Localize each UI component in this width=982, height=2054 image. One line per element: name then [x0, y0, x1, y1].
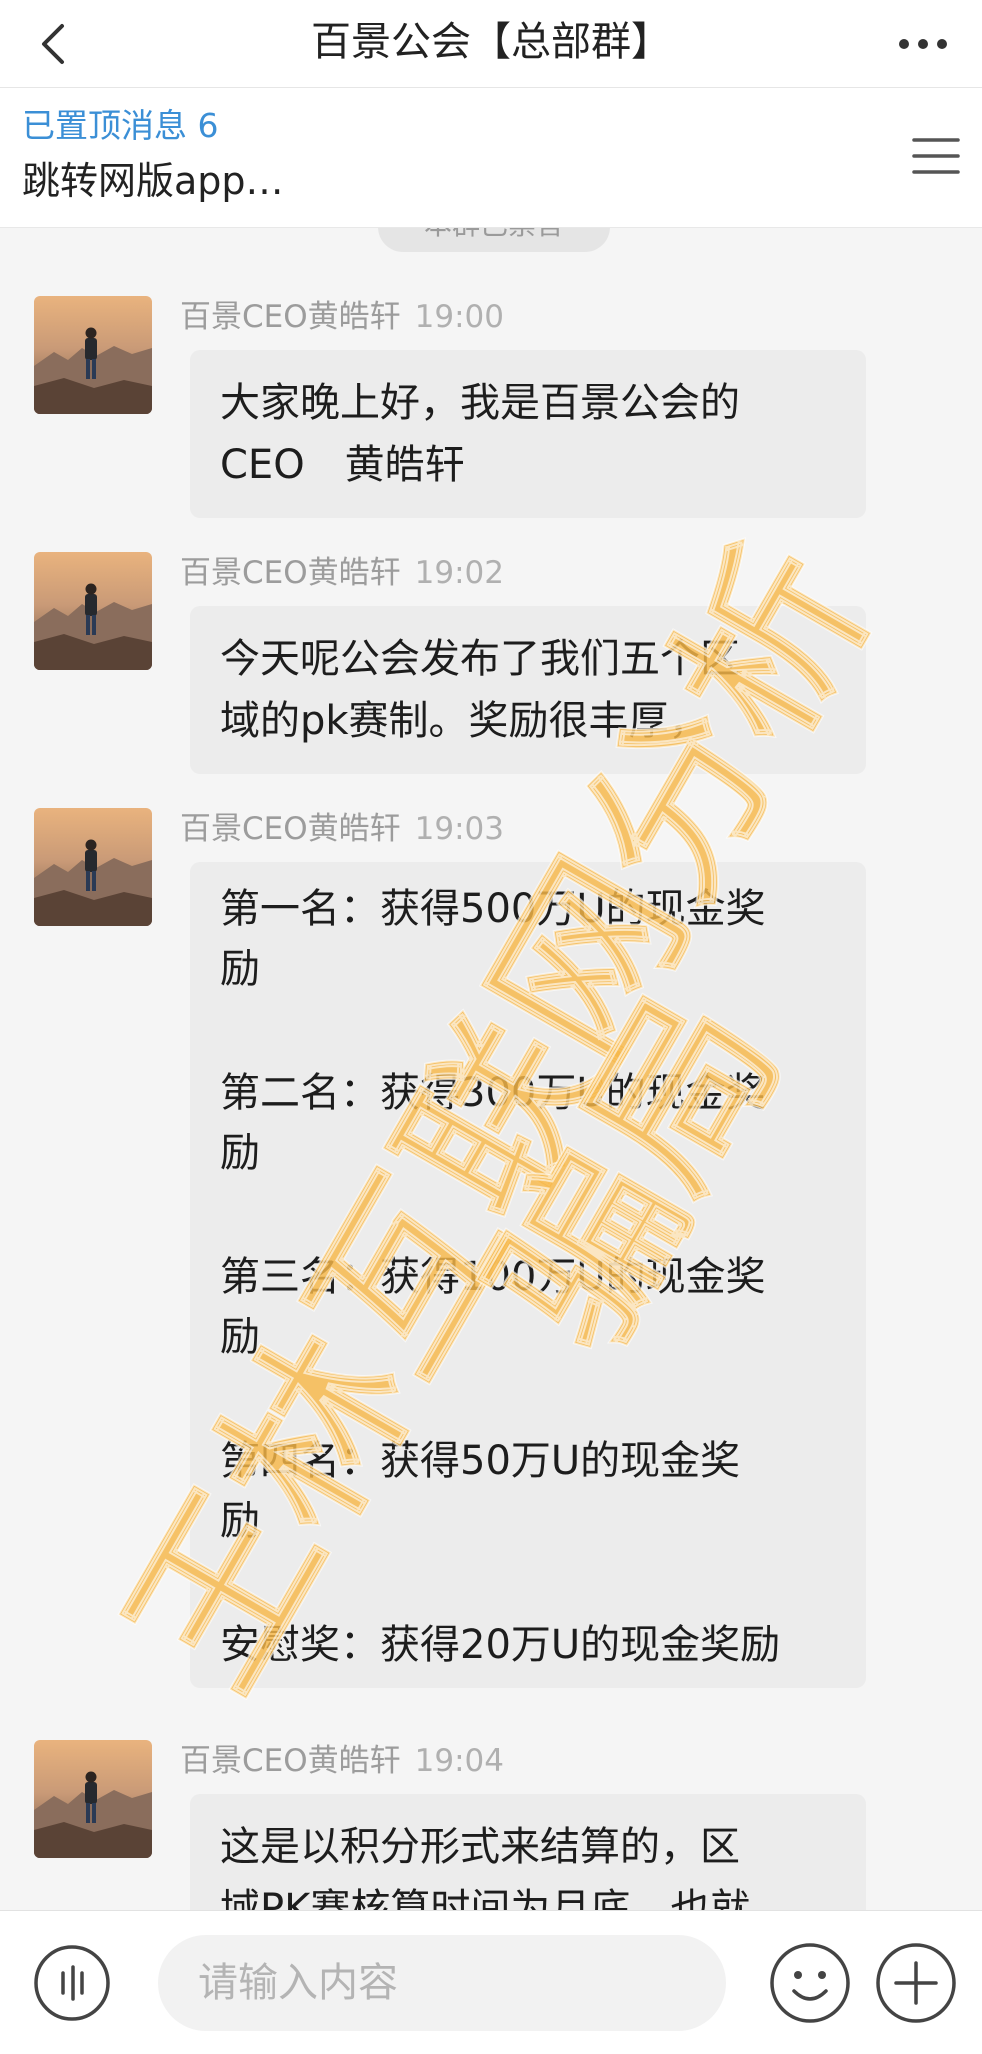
message-line: 今天呢公会发布了我们五个区: [220, 636, 740, 682]
system-notice: 本群已禁言: [378, 228, 610, 252]
plus-icon: [876, 1943, 956, 2023]
message-bubble[interactable]: 第一名：获得500万U的现金奖 励 第二名：获得300万U的现金奖 励 第三名：…: [190, 862, 866, 1688]
message-line: [220, 1366, 836, 1430]
voice-button[interactable]: [32, 1943, 112, 2023]
more-button[interactable]: [890, 16, 956, 72]
more-icon: [899, 39, 947, 49]
menu-icon: [912, 138, 960, 174]
message-line: 安慰奖：获得20万U的现金奖励: [220, 1622, 781, 1668]
message-line: 励: [220, 946, 260, 992]
message-input[interactable]: [158, 1935, 726, 2031]
avatar[interactable]: [34, 1740, 152, 1858]
chat-title: 百景公会【总部群】: [311, 19, 671, 65]
chat-header: 百景公会【总部群】: [0, 0, 982, 88]
message-time: 19:00: [414, 299, 504, 335]
sender-avatar-image: [34, 1740, 152, 1858]
message-line: CEO 黄皓轩: [220, 442, 465, 488]
pinned-messages-bar[interactable]: 已置顶消息 6 跳转网版app…: [0, 88, 982, 228]
message-bubble[interactable]: 大家晚上好，我是百景公会的 CEO 黄皓轩: [190, 350, 866, 518]
sender-name: 百景CEO黄皓轩: [180, 811, 401, 847]
emoji-button[interactable]: [768, 1941, 852, 2025]
message-line: 励: [220, 1130, 260, 1176]
sender-name: 百景CEO黄皓轩: [180, 1743, 401, 1779]
voice-icon: [34, 1945, 110, 2021]
message-line: 大家晚上好，我是百景公会的: [220, 380, 740, 426]
message-line: [220, 1182, 836, 1246]
message-line: [220, 1550, 836, 1614]
sender-name: 百景CEO黄皓轩: [180, 555, 401, 591]
message-meta: 百景CEO黄皓轩 19:03: [180, 808, 504, 850]
sender-avatar-image: [34, 552, 152, 670]
message-line: 域PK赛核算时间为月底，也就: [220, 1886, 751, 1910]
avatar[interactable]: [34, 552, 152, 670]
message-time: 19:04: [414, 1743, 504, 1779]
message-input-bar: [0, 1910, 982, 2054]
message-bubble[interactable]: 今天呢公会发布了我们五个区 域的pk赛制。奖励很丰厚，: [190, 606, 866, 774]
message-line: 第四名：获得50万U的现金奖: [220, 1438, 741, 1484]
message-line: 域的pk赛制。奖励很丰厚，: [220, 698, 709, 744]
message-list[interactable]: 本群已禁言 百景CEO黄皓轩 19:00 大家晚上好，我是百景公会的 CEO 黄皓…: [0, 228, 982, 1910]
sender-avatar-image: [34, 808, 152, 926]
message-meta: 百景CEO黄皓轩 19:00: [180, 296, 504, 338]
sender-avatar-image: [34, 296, 152, 414]
emoji-icon: [770, 1943, 850, 2023]
message-line: 这是以积分形式来结算的，区: [220, 1824, 740, 1870]
sender-name: 百景CEO黄皓轩: [180, 299, 401, 335]
pinned-preview: 跳转网版app…: [22, 159, 284, 203]
avatar[interactable]: [34, 296, 152, 414]
message-line: 励: [220, 1314, 260, 1360]
message-time: 19:02: [414, 555, 504, 591]
more-actions-button[interactable]: [874, 1941, 958, 2025]
message-line: [220, 998, 836, 1062]
avatar[interactable]: [34, 808, 152, 926]
message-time: 19:03: [414, 811, 504, 847]
message-bubble[interactable]: 这是以积分形式来结算的，区 域PK赛核算时间为月底，也就: [190, 1794, 866, 1910]
message-line: 第一名：获得500万U的现金奖: [220, 886, 766, 932]
message-meta: 百景CEO黄皓轩 19:02: [180, 552, 504, 594]
pinned-list-button[interactable]: [908, 128, 964, 184]
message-meta: 百景CEO黄皓轩 19:04: [180, 1740, 504, 1782]
message-line: 第二名：获得300万U的现金奖: [220, 1070, 766, 1116]
message-line: 第三名：获得100万U的现金奖: [220, 1254, 766, 1300]
pinned-count-label: 已置顶消息 6: [22, 106, 219, 145]
message-line: 励: [220, 1498, 260, 1544]
